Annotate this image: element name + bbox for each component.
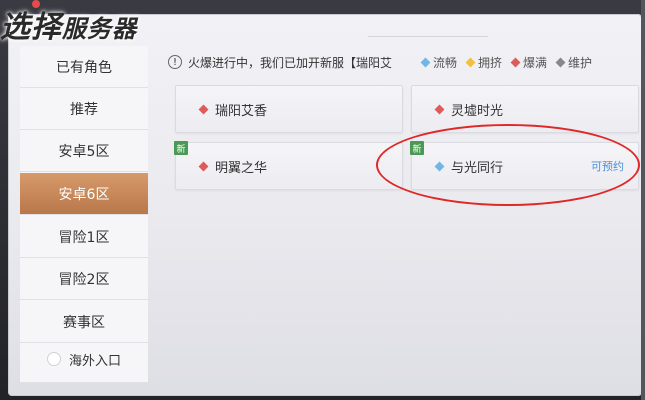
status-diamond-icon [198, 104, 209, 114]
status-diamond-icon [434, 161, 445, 171]
legend-smooth: 流畅 [420, 54, 458, 71]
status-diamond-icon [434, 104, 445, 114]
server-card[interactable]: 新 明翼之华 [174, 141, 403, 190]
page-title-sub: 服务器 [62, 14, 137, 43]
maintenance-diamond-icon [555, 57, 566, 67]
overseas-entry[interactable]: 海外入口 [20, 338, 148, 380]
sidebar-item-adventure-1[interactable]: 冒险1区 [20, 216, 148, 258]
page-title: 选择服务器 [0, 2, 137, 45]
status-legend: 流畅 拥挤 爆满 维护 [420, 48, 593, 76]
server-name: 瑞阳艾香 [215, 103, 268, 119]
legend-maintenance: 维护 [555, 54, 593, 71]
window-edge [641, 0, 645, 400]
server-card[interactable]: 灵墟时光 [411, 85, 639, 133]
notice-text: 火爆进行中，我们已加开新服【瑞阳艾 [188, 55, 393, 70]
server-name: 与光同行 [451, 160, 504, 176]
full-diamond-icon [510, 57, 521, 67]
legend-label: 拥挤 [478, 55, 503, 70]
sidebar: 已有角色 推荐 安卓5区 安卓6区 冒险1区 冒险2区 赛事区 [20, 46, 148, 382]
legend-crowded: 拥挤 [465, 54, 503, 71]
notice-ticker: ! 火爆进行中，我们已加开新服【瑞阳艾 [168, 48, 418, 76]
notice-icon: ! [168, 55, 182, 69]
title-decoration-dot [32, 0, 40, 8]
reservable-tag[interactable]: 可预约 [591, 143, 624, 189]
sidebar-item-adventure-2[interactable]: 冒险2区 [20, 258, 148, 300]
sidebar-item-label: 冒险2区 [58, 271, 110, 288]
new-badge: 新 [410, 141, 424, 155]
overseas-radio[interactable] [46, 352, 61, 366]
server-name: 灵墟时光 [451, 103, 504, 119]
legend-label: 流畅 [433, 55, 458, 70]
server-name: 明翼之华 [215, 160, 268, 176]
sidebar-item-recommended[interactable]: 推荐 [20, 88, 148, 130]
new-badge: 新 [174, 141, 188, 155]
sidebar-item-existing-roles[interactable]: 已有角色 [20, 46, 148, 88]
smooth-diamond-icon [420, 57, 431, 67]
sidebar-item-label: 赛事区 [63, 314, 105, 331]
sidebar-item-label: 冒险1区 [58, 229, 110, 246]
sidebar-item-label: 安卓6区 [58, 186, 110, 203]
sidebar-item-label: 推荐 [70, 101, 98, 118]
legend-label: 维护 [568, 55, 593, 70]
server-card[interactable]: 瑞阳艾香 [175, 85, 403, 133]
page-title-main: 选择 [0, 10, 62, 45]
legend-label: 爆满 [523, 55, 548, 70]
status-diamond-icon [198, 161, 209, 171]
server-card[interactable]: 新 与光同行 可预约 [410, 141, 639, 190]
crowded-diamond-icon [465, 57, 476, 67]
sidebar-item-label: 已有角色 [56, 59, 112, 76]
sidebar-item-android-6[interactable]: 安卓6区 [20, 173, 148, 215]
sidebar-item-tournament[interactable]: 赛事区 [20, 301, 148, 343]
sidebar-item-label: 安卓5区 [58, 143, 110, 160]
sidebar-item-android-5[interactable]: 安卓5区 [20, 130, 148, 172]
legend-full: 爆满 [510, 54, 548, 71]
panel-ornament [368, 36, 488, 47]
overseas-label: 海外入口 [68, 353, 121, 369]
